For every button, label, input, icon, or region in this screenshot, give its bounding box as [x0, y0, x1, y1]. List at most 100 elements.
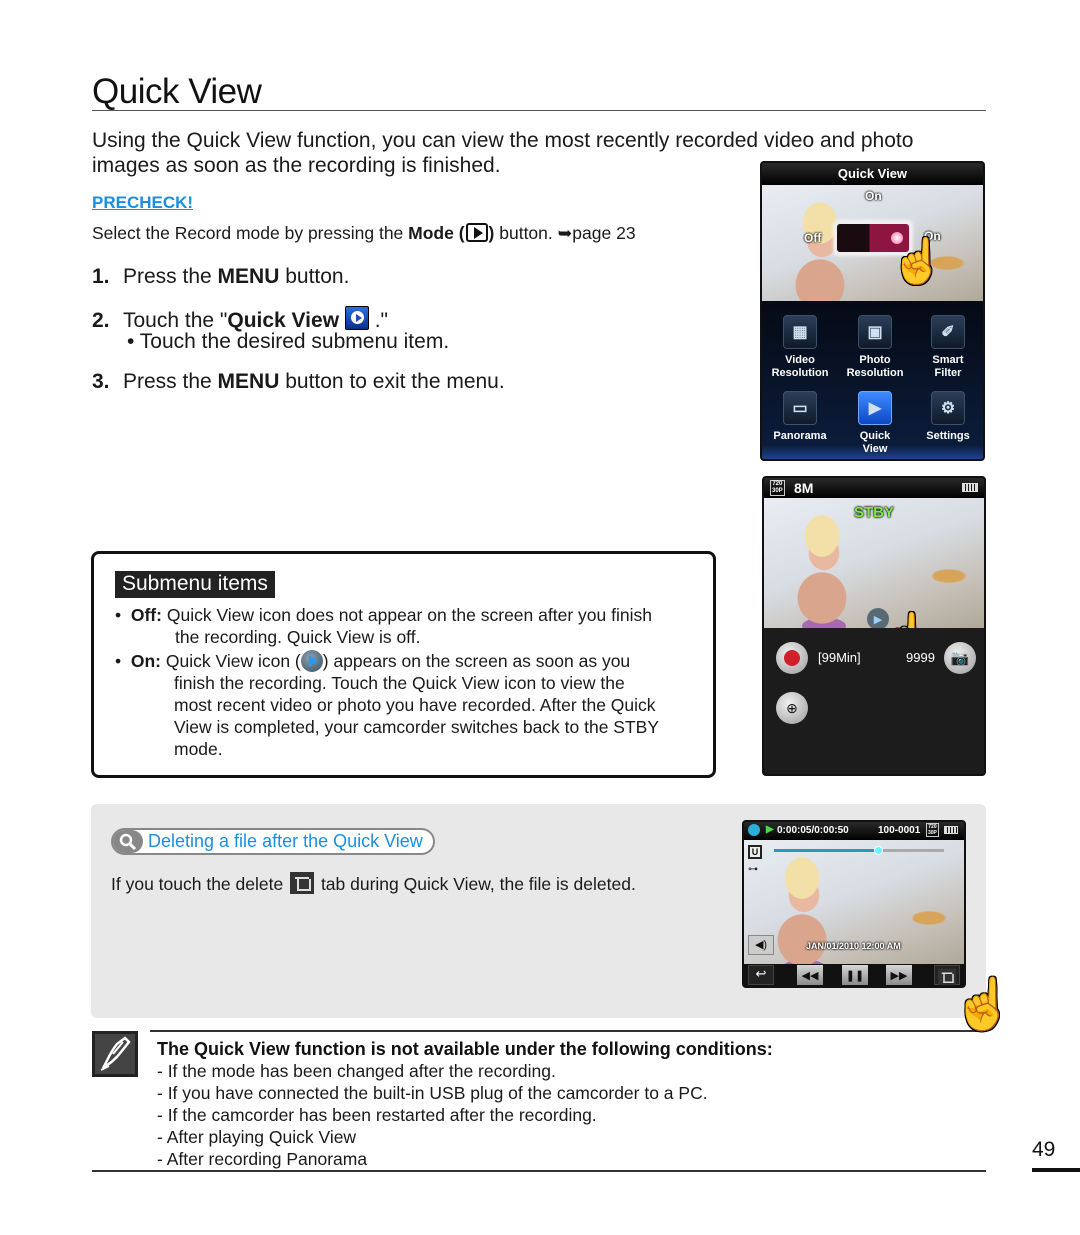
progress-fill	[774, 849, 880, 852]
menu-label: Panorama	[773, 430, 827, 442]
menu-label: Filter	[934, 367, 962, 379]
tip-text-before: If you touch the delete	[111, 874, 289, 894]
menu-item-photo-resolution[interactable]: ▣ Photo Resolution	[839, 315, 911, 380]
submenu-item-label: On:	[130, 651, 161, 671]
file-number: 100-0001	[878, 825, 921, 836]
step-text: button to exit the menu.	[279, 370, 505, 393]
playback-time: 0:00:05/0:00:50	[777, 825, 849, 836]
note-divider-bottom	[92, 1170, 986, 1172]
submenu-item-text: Quick View icon (	[165, 651, 301, 671]
note-item: - If the camcorder has been restarted af…	[157, 1105, 597, 1125]
step-3: 3. Press the MENU button to exit the menu…	[92, 370, 505, 394]
precheck-text-before: Select the Record mode by pressing the	[92, 223, 409, 243]
page-title: Quick View	[92, 72, 262, 111]
title-divider	[92, 110, 986, 111]
camera-icon: 📷	[950, 650, 970, 667]
step-2-substep: • Touch the desired submenu item.	[127, 330, 450, 353]
mode-label: Mode (	[408, 223, 465, 243]
step-bold: MENU	[217, 370, 280, 393]
menu-label: Photo	[859, 354, 891, 366]
photo-size: 8M	[794, 480, 814, 496]
menu-label: View	[862, 443, 888, 455]
note-list: - If the mode has been changed after the…	[157, 1060, 708, 1170]
touch-hand-icon: ☝	[890, 237, 945, 286]
video-resolution-icon: ▦	[783, 315, 817, 349]
menu-label: Settings	[926, 430, 970, 442]
note-item: - If the mode has been changed after the…	[157, 1061, 556, 1081]
stby-control-panel: [99Min] 9999 📷 ⊕	[764, 628, 984, 774]
progress-track[interactable]	[774, 846, 944, 855]
submenu-item-text: mode.	[174, 739, 223, 759]
touch-hand-icon: ☝	[952, 976, 1015, 1032]
page-number-rule	[1032, 1168, 1080, 1172]
note-title: The Quick View function is not available…	[157, 1039, 773, 1059]
playback-status-bar: ▶ 0:00:05/0:00:50 100-0001 720 30P	[744, 822, 964, 840]
smart-filter-icon: ✐	[931, 315, 965, 349]
quick-view-icon: ▶	[858, 391, 892, 425]
submenu-item-text: Quick View icon does not appear on the s…	[166, 605, 652, 625]
progress-knob[interactable]	[874, 846, 884, 855]
stby-status: STBY	[854, 504, 895, 521]
volume-button[interactable]: ◀)	[748, 935, 774, 955]
page-number: 49	[1032, 1138, 1056, 1161]
res-bottom: 30P	[928, 830, 937, 836]
menu-item-settings[interactable]: ⚙ Settings	[912, 391, 983, 443]
screen-title: Quick View	[762, 163, 983, 185]
menu-item-smart-filter[interactable]: ✐ Smart Filter	[912, 315, 983, 380]
note-item: - If you have connected the built-in USB…	[157, 1083, 708, 1103]
submenu-item-text: finish the recording. Touch the Quick Vi…	[174, 673, 625, 693]
option-on-top[interactable]: On	[865, 189, 882, 203]
pause-button[interactable]: ❚❚	[842, 965, 868, 985]
screen-quick-view-menu: Quick View On Off On ☝ ▦ Video Resolution …	[760, 161, 985, 461]
step-text: button.	[279, 265, 350, 288]
menu-label: Quick	[859, 430, 891, 442]
back-button[interactable]: ↩	[748, 965, 774, 985]
note-icon	[92, 1031, 138, 1077]
photo-resolution-icon: ▣	[858, 315, 892, 349]
settings-icon: ⚙	[931, 391, 965, 425]
stby-status-bar: 720 30P 8M	[764, 478, 984, 498]
res-bottom: 30P	[772, 488, 783, 494]
fast-forward-button[interactable]: ▶▶	[886, 965, 912, 985]
submenu-item-off: • Off: Quick View icon does not appear o…	[115, 604, 705, 648]
record-button[interactable]	[776, 642, 808, 674]
step-bold: MENU	[217, 265, 280, 288]
resolution-badge: 720 30P	[926, 823, 939, 837]
battery-icon	[962, 483, 978, 492]
menu-grid: ▦ Video Resolution ▣ Photo Resolution ✐ Smart…	[762, 301, 983, 459]
res-top: 720	[772, 481, 783, 487]
submenu-item-text: the recording. Quick View is off.	[175, 627, 421, 647]
magnifier-icon	[113, 830, 143, 853]
page-reference: ➥page 23	[557, 223, 636, 243]
remaining-time: [99Min]	[818, 650, 861, 665]
menu-item-video-resolution[interactable]: ▦ Video Resolution	[764, 315, 836, 380]
option-off[interactable]: Off	[804, 231, 821, 245]
menu-item-quick-view[interactable]: ▶ Quick View	[839, 391, 911, 456]
key-icon: ⊶	[748, 864, 758, 875]
screen-playback: ▶ 0:00:05/0:00:50 100-0001 720 30P U ⊶ ◀)…	[742, 820, 966, 988]
submenu-item-on: • On: Quick View icon () appears on the …	[115, 650, 710, 760]
protect-icon: U	[748, 845, 762, 859]
screen-stby: 72030P 8M STBY ▶ ☝ [99Min] 9999 📷 ⊕	[762, 476, 986, 776]
quick-view-menu-icon	[344, 306, 369, 330]
playback-controls: ↩ ◀◀ ❚❚ ▶▶	[744, 964, 964, 986]
precheck-text-after: button.	[494, 223, 558, 243]
menu-label: Video	[785, 354, 815, 366]
stby-preview-photo: STBY ▶ ☝	[764, 498, 984, 661]
zoom-button[interactable]: ⊕	[776, 692, 808, 724]
playback-photo: U ⊶ ◀) JAN/01/2010 12:00 AM	[744, 840, 964, 964]
camera-button[interactable]: 📷	[944, 642, 976, 674]
step-number: 1.	[92, 265, 110, 288]
menu-label: Resolution	[771, 367, 829, 379]
step-number: 2.	[92, 309, 110, 332]
precheck-text: Select the Record mode by pressing the M…	[92, 223, 636, 244]
panorama-icon: ▭	[783, 391, 817, 425]
submenu-item-text: most recent video or photo you have reco…	[174, 695, 656, 715]
menu-item-panorama[interactable]: ▭ Panorama	[764, 391, 836, 443]
photo-count: 9999	[906, 650, 935, 665]
step-2: 2. Touch the "Quick View ."	[92, 306, 388, 333]
preview-photo: On Off On ☝	[762, 185, 983, 301]
zoom-icon: ⊕	[786, 699, 798, 716]
submenu-item-text: ) appears on the screen as soon as you	[322, 651, 631, 671]
rewind-button[interactable]: ◀◀	[797, 965, 823, 985]
